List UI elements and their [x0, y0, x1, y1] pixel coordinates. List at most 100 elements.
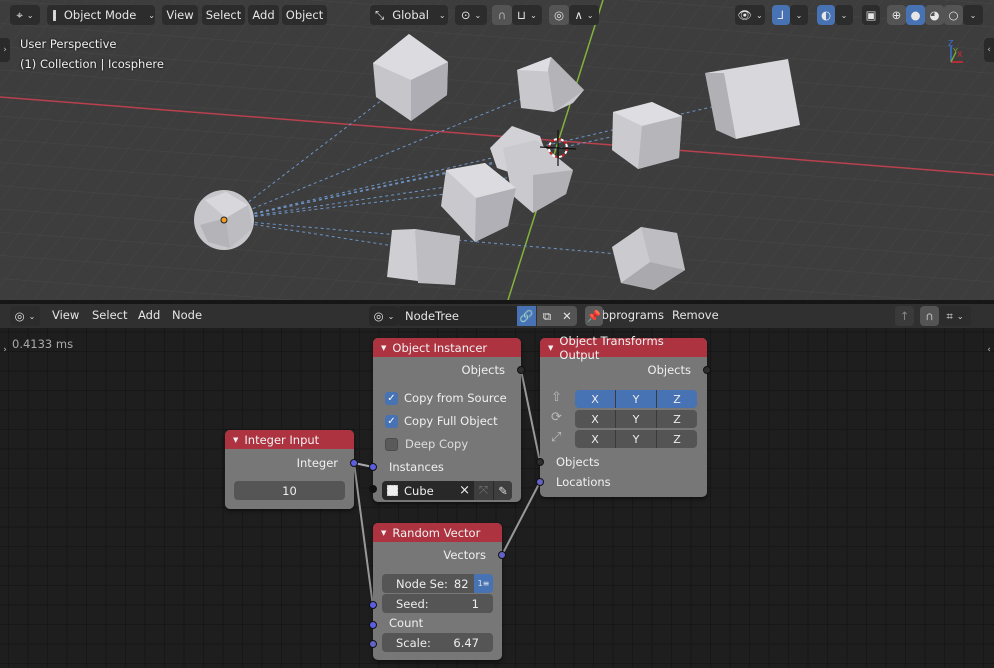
shading-wireframe[interactable]: ⊕ — [887, 5, 906, 25]
overlays-dropdown[interactable]: ⌄ — [835, 5, 853, 25]
node-header[interactable]: ▼ Random Vector — [373, 523, 502, 542]
node-object-instancer[interactable]: ▼ Object Instancer Objects ✓ Copy from So… — [369, 338, 525, 502]
location-y[interactable]: Y — [616, 390, 657, 408]
collapse-triangle-icon[interactable]: ▼ — [381, 529, 386, 537]
snap-target-dropdown[interactable]: ⊔ ⌄ — [512, 5, 542, 25]
falloff-dropdown[interactable]: ∧ ⌄ — [569, 5, 599, 25]
selectability-dropdown[interactable]: 👁 ⌄ — [735, 5, 765, 25]
deep-copy-checkbox[interactable] — [385, 438, 398, 451]
copy-from-source-checkbox[interactable]: ✓ — [385, 392, 398, 405]
socket-locations-input[interactable] — [536, 478, 544, 486]
cube-object[interactable] — [387, 229, 460, 285]
remove-button[interactable]: Remove — [672, 308, 719, 322]
fake-user-toggle[interactable]: 🔗 — [517, 306, 536, 326]
orientation-icon: ⤡ — [375, 7, 385, 22]
rotation-x[interactable]: X — [575, 410, 616, 428]
node-random-vector[interactable]: ▼ Random Vector Vectors Node Se: 82 1≡ Se… — [369, 523, 506, 660]
node-seed-toggle[interactable]: 1≡ — [474, 574, 493, 593]
editor-type-button[interactable]: ⌖ ⌄ — [10, 5, 40, 25]
menu-view[interactable]: View — [162, 5, 198, 25]
node-seed-field[interactable]: Node Se: 82 — [382, 574, 474, 593]
unlink-tree-button[interactable]: ✕ — [557, 306, 577, 326]
menu-add[interactable]: Add — [248, 5, 279, 25]
gizmo-dropdown[interactable]: ⌄ — [790, 5, 808, 25]
socket-instances-input[interactable] — [369, 463, 377, 471]
scale-field[interactable]: Scale: 6.47 — [382, 633, 493, 652]
node-tree-type-dropdown[interactable]: ◎ ⌄ — [369, 306, 399, 326]
socket-vectors-output[interactable] — [498, 551, 506, 559]
location-x[interactable]: X — [575, 390, 616, 408]
eyedropper-icon[interactable]: ✎ — [493, 481, 512, 500]
editor-type-button[interactable]: ◎ ⌄ — [10, 306, 40, 326]
3d-viewport[interactable]: Z Y X ⌖ ⌄ Object Mode ⌄ View Select Add Ob… — [0, 0, 994, 300]
mode-dropdown[interactable]: Object Mode ⌄ — [47, 5, 155, 25]
shading-solid[interactable]: ● — [906, 5, 925, 25]
duplicate-tree-button[interactable]: ⧉ — [537, 306, 557, 326]
snap-toggle[interactable]: ∩ — [920, 306, 939, 326]
overlays-toggle[interactable]: ◐ — [817, 5, 835, 25]
proportional-icon: ◎ — [553, 8, 565, 22]
pivot-point-dropdown[interactable]: ⊙ ⌄ — [455, 5, 487, 25]
socket-seed-input[interactable] — [369, 601, 377, 609]
parent-tree-button[interactable]: ↑ — [895, 306, 914, 326]
scale-x[interactable]: X — [575, 430, 616, 448]
socket-integer-output[interactable] — [350, 459, 358, 467]
node-integer-input[interactable]: ▼ Integer Input Integer 10 — [225, 430, 358, 509]
location-axes-toggle[interactable]: X Y Z — [575, 390, 697, 408]
menu-node[interactable]: Node — [172, 308, 202, 322]
scale-z[interactable]: Z — [657, 430, 697, 448]
scale-y[interactable]: Y — [616, 430, 657, 448]
transform-orientation-dropdown[interactable]: ⤡ Global ⌄ — [370, 5, 448, 25]
cube-object[interactable] — [705, 59, 800, 139]
rotation-axes-toggle[interactable]: X Y Z — [575, 410, 697, 428]
pin-toggle[interactable]: 📌 — [585, 306, 603, 326]
menu-select[interactable]: Select — [202, 5, 245, 25]
socket-object-input[interactable] — [369, 485, 377, 493]
socket-objects-output[interactable] — [703, 366, 711, 374]
menu-select[interactable]: Select — [92, 308, 127, 322]
collapse-triangle-icon[interactable]: ▼ — [381, 344, 386, 352]
icosphere-object[interactable] — [194, 190, 254, 250]
menu-object[interactable]: Object — [282, 5, 327, 25]
node-header[interactable]: ▼ Object Instancer — [373, 338, 521, 357]
object-picker-field[interactable]: Cube × ⤧ ✎ — [382, 481, 512, 500]
node-editor-header: ◎ ⌄ View Select Add Node ◎ ⌄ NodeTree 🔗 ⧉ … — [0, 304, 994, 328]
shading-dropdown[interactable]: ⌄ — [963, 5, 983, 25]
rotation-y[interactable]: Y — [616, 410, 657, 428]
socket-scale-input[interactable] — [369, 640, 377, 648]
node-title: Object Instancer — [392, 340, 488, 355]
socket-objects-input[interactable] — [536, 458, 544, 466]
proportional-editing-toggle[interactable]: ◎ — [549, 5, 569, 25]
node-object-transforms-output[interactable]: ▼ Object Transforms Output Objects ⇧ X Y … — [536, 334, 711, 497]
clear-object-button[interactable]: × — [459, 483, 470, 498]
menu-add[interactable]: Add — [138, 308, 160, 322]
menu-view[interactable]: View — [52, 308, 79, 322]
snap-toggle[interactable]: ∩ — [492, 5, 512, 25]
socket-objects-output[interactable] — [517, 366, 525, 374]
snap-element-dropdown[interactable]: ⌗ ⌄ — [939, 306, 971, 326]
location-z[interactable]: Z — [657, 390, 697, 408]
link-broken-icon[interactable]: ⤧ — [474, 481, 493, 500]
sidebar-expand-tab[interactable]: ‹ — [984, 338, 994, 362]
node-header[interactable]: ▼ Object Transforms Output — [540, 334, 707, 362]
seed-field[interactable]: Seed: 1 — [382, 594, 493, 613]
integer-value-field[interactable]: 10 — [234, 481, 345, 500]
copy-full-object-checkbox[interactable]: ✓ — [385, 415, 398, 428]
toolbar-expand-tab[interactable]: › — [0, 38, 10, 62]
shading-material[interactable]: ◕ — [925, 5, 944, 25]
rotation-z[interactable]: Z — [657, 410, 697, 428]
xray-toggle[interactable]: ▣ — [862, 5, 880, 25]
viewport-scene[interactable]: Z Y X — [0, 0, 994, 300]
gizmo-toggle[interactable]: ⅃ — [772, 5, 790, 25]
collapse-triangle-icon[interactable]: ▼ — [548, 344, 553, 352]
node-editor[interactable]: ◎ ⌄ View Select Add Node ◎ ⌄ NodeTree 🔗 ⧉ … — [0, 304, 994, 668]
node-tree-name-field[interactable]: NodeTree — [399, 306, 517, 326]
toolbar-expand-tab[interactable]: › — [0, 338, 10, 362]
scale-axes-toggle[interactable]: X Y Z — [575, 430, 697, 448]
sidebar-expand-tab[interactable]: ‹ — [984, 38, 994, 62]
shading-rendered[interactable]: ○ — [944, 5, 963, 25]
collapse-triangle-icon[interactable]: ▼ — [233, 436, 238, 444]
socket-count-input[interactable] — [369, 621, 377, 629]
magnet-icon: ∩ — [497, 8, 507, 22]
node-header[interactable]: ▼ Integer Input — [225, 430, 354, 449]
